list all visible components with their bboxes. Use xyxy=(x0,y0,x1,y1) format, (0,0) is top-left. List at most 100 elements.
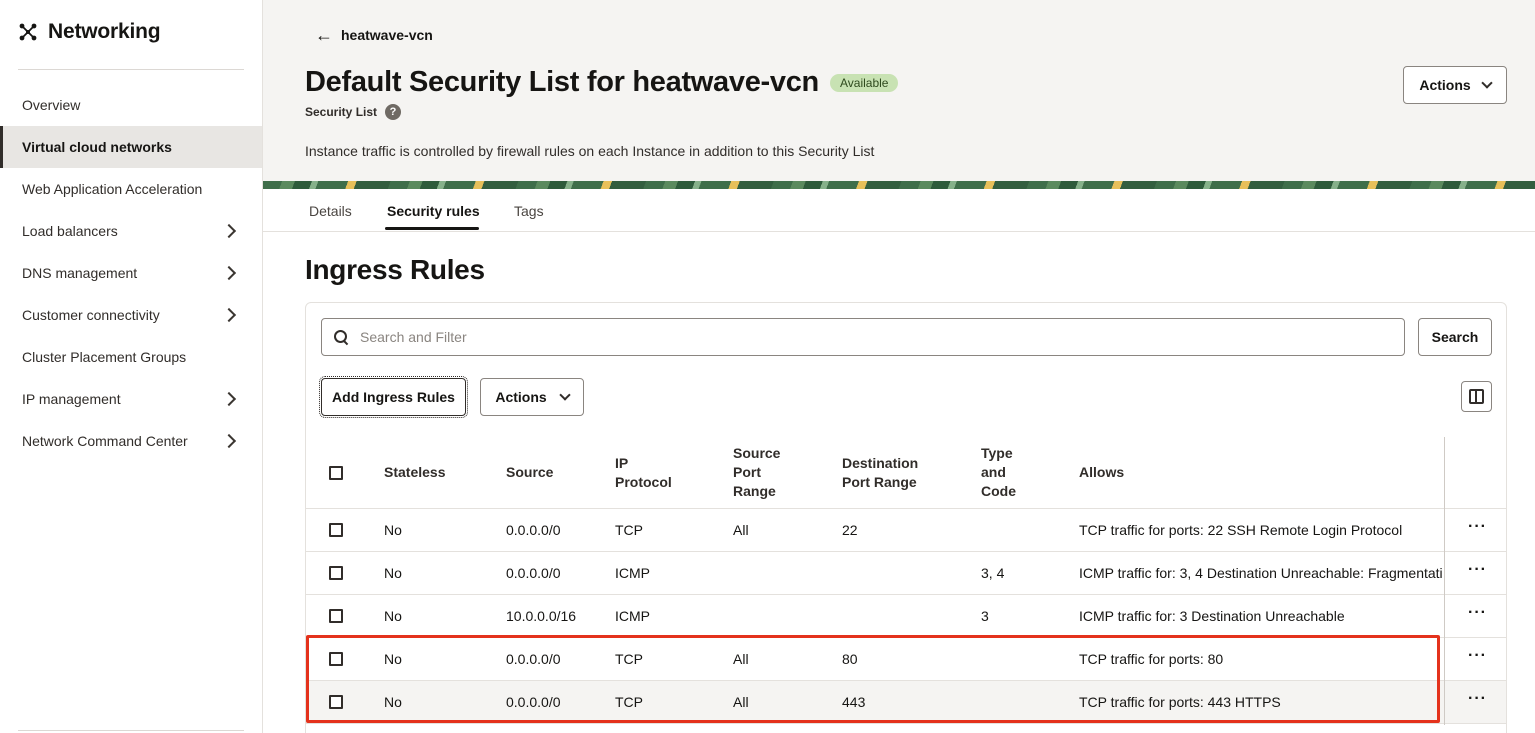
sidebar-item-label: Network Command Center xyxy=(22,433,188,449)
row-actions-menu-icon[interactable]: ··· xyxy=(1468,519,1487,535)
column-header-source-port-range[interactable]: Source Port Range xyxy=(733,444,780,501)
brand[interactable]: Networking xyxy=(18,20,161,44)
table-row[interactable]: No 0.0.0.0/0 TCP All 22 TCP traffic for … xyxy=(306,509,1506,552)
row-checkbox[interactable] xyxy=(329,523,343,537)
row-checkbox[interactable] xyxy=(329,652,343,666)
sidebar-item-network-command-center[interactable]: Network Command Center xyxy=(0,420,262,462)
header-line: Port xyxy=(733,464,761,480)
cell-stateless: No xyxy=(384,694,402,710)
cell-stateless: No xyxy=(384,522,402,538)
cell-destination-port: 443 xyxy=(842,694,866,710)
header-line: IP xyxy=(615,455,629,471)
row-checkbox[interactable] xyxy=(329,566,343,580)
chevron-down-icon xyxy=(559,389,571,401)
column-header-source[interactable]: Source xyxy=(506,463,553,482)
sidebar-item-dns-management[interactable]: DNS management xyxy=(0,252,262,294)
page-subtitle: Security List ? xyxy=(305,104,402,120)
cell-allows: TCP traffic for ports: 443 HTTPS xyxy=(1079,694,1281,710)
search-icon xyxy=(334,330,348,344)
cell-protocol: ICMP xyxy=(615,565,650,581)
page-description: Instance traffic is controlled by firewa… xyxy=(305,143,875,159)
column-toggle-button[interactable] xyxy=(1461,381,1492,412)
divider xyxy=(18,730,244,731)
chevron-right-icon xyxy=(221,391,237,407)
sticky-column-divider xyxy=(1444,437,1445,725)
tab-security-rules[interactable]: Security rules xyxy=(387,203,480,219)
table-actions-button[interactable]: Actions xyxy=(480,378,584,416)
search-input[interactable] xyxy=(360,329,1360,345)
cell-source: 10.0.0.0/16 xyxy=(506,608,577,624)
row-checkbox[interactable] xyxy=(329,695,343,709)
back-link-label: heatwave-vcn xyxy=(341,27,433,43)
actions-label: Actions xyxy=(495,389,547,405)
actions-label: Actions xyxy=(1419,77,1471,93)
sidebar-item-overview[interactable]: Overview xyxy=(0,84,262,126)
row-actions-menu-icon[interactable]: ··· xyxy=(1468,691,1487,707)
select-all-checkbox[interactable] xyxy=(329,466,343,480)
help-icon[interactable]: ? xyxy=(385,104,402,120)
cell-allows: ICMP traffic for: 3, 4 Destination Unrea… xyxy=(1079,565,1443,581)
cell-stateless: No xyxy=(384,608,402,624)
cell-source-port: All xyxy=(733,522,749,538)
sidebar-item-label: Load balancers xyxy=(22,223,118,239)
table-row[interactable]: No 0.0.0.0/0 ICMP 3, 4 ICMP traffic for:… xyxy=(306,552,1506,595)
cell-allows: TCP traffic for ports: 22 SSH Remote Log… xyxy=(1079,522,1403,538)
table-row[interactable]: No 10.0.0.0/16 ICMP 3 ICMP traffic for: … xyxy=(306,595,1506,638)
row-checkbox[interactable] xyxy=(329,609,343,623)
sidebar-item-label: Overview xyxy=(22,97,81,113)
ingress-rules-table: Stateless Source IP Protocol Source Port… xyxy=(306,437,1506,725)
cell-protocol: TCP xyxy=(615,651,643,667)
column-header-allows[interactable]: Allows xyxy=(1079,463,1124,482)
cell-source: 0.0.0.0/0 xyxy=(506,565,561,581)
back-link[interactable]: ← heatwave-vcn xyxy=(315,26,433,44)
row-actions-menu-icon[interactable]: ··· xyxy=(1468,648,1487,664)
active-tab-indicator xyxy=(385,227,479,230)
column-header-destination-port-range[interactable]: Destination Port Range xyxy=(842,454,918,492)
page-title: Default Security List for heatwave-vcn xyxy=(305,66,819,98)
chevron-down-icon xyxy=(1481,77,1493,89)
header-actions-button[interactable]: Actions xyxy=(1403,66,1507,104)
page-header: ← heatwave-vcn Default Security List for… xyxy=(263,0,1535,182)
cell-destination-port: 22 xyxy=(842,522,858,538)
search-button[interactable]: Search xyxy=(1418,318,1492,356)
cell-protocol: TCP xyxy=(615,522,643,538)
sidebar-item-cluster-placement-groups[interactable]: Cluster Placement Groups xyxy=(0,336,262,378)
sidebar-item-label: Cluster Placement Groups xyxy=(22,349,187,365)
resource-type-label: Security List xyxy=(305,105,378,119)
table-row[interactable]: No 0.0.0.0/0 TCP All 443 TCP traffic for… xyxy=(306,681,1506,724)
section-title: Ingress Rules xyxy=(305,254,485,285)
sidebar-item-label: Virtual cloud networks xyxy=(22,139,172,155)
sidebar-item-web-application-acceleration[interactable]: Web Application Acceleration xyxy=(0,168,262,210)
table-row[interactable]: No 0.0.0.0/0 TCP All 80 TCP traffic for … xyxy=(306,638,1506,681)
row-actions-menu-icon[interactable]: ··· xyxy=(1468,562,1487,578)
cell-source: 0.0.0.0/0 xyxy=(506,651,561,667)
decorative-banner xyxy=(263,181,1535,189)
tab-bar: Details Security rules Tags xyxy=(263,189,1535,232)
chevron-right-icon xyxy=(221,307,237,323)
cell-source: 0.0.0.0/0 xyxy=(506,522,561,538)
cell-source-port: All xyxy=(733,651,749,667)
tab-details[interactable]: Details xyxy=(309,203,352,219)
tab-tags[interactable]: Tags xyxy=(514,203,544,219)
columns-icon xyxy=(1469,389,1484,404)
sidebar-nav: Overview Virtual cloud networks Web Appl… xyxy=(0,84,262,462)
cell-stateless: No xyxy=(384,651,402,667)
divider xyxy=(18,69,244,70)
column-header-ip-protocol[interactable]: IP Protocol xyxy=(615,454,672,492)
cell-source: 0.0.0.0/0 xyxy=(506,694,561,710)
column-header-stateless[interactable]: Stateless xyxy=(384,463,445,482)
sidebar-item-load-balancers[interactable]: Load balancers xyxy=(0,210,262,252)
sidebar-item-customer-connectivity[interactable]: Customer connectivity xyxy=(0,294,262,336)
sidebar-item-ip-management[interactable]: IP management xyxy=(0,378,262,420)
search-field[interactable] xyxy=(321,318,1405,356)
add-ingress-rules-button[interactable]: Add Ingress Rules xyxy=(319,376,468,418)
sidebar-item-label: DNS management xyxy=(22,265,138,281)
sidebar: Networking Overview Virtual cloud networ… xyxy=(0,0,263,733)
networking-icon xyxy=(19,23,37,41)
sidebar-item-virtual-cloud-networks[interactable]: Virtual cloud networks xyxy=(0,126,262,168)
header-line: Type xyxy=(981,445,1013,461)
column-header-type-and-code[interactable]: Type and Code xyxy=(981,444,1016,501)
chevron-right-icon xyxy=(221,265,237,281)
row-actions-menu-icon[interactable]: ··· xyxy=(1468,605,1487,621)
sidebar-item-label: Web Application Acceleration xyxy=(22,181,203,197)
